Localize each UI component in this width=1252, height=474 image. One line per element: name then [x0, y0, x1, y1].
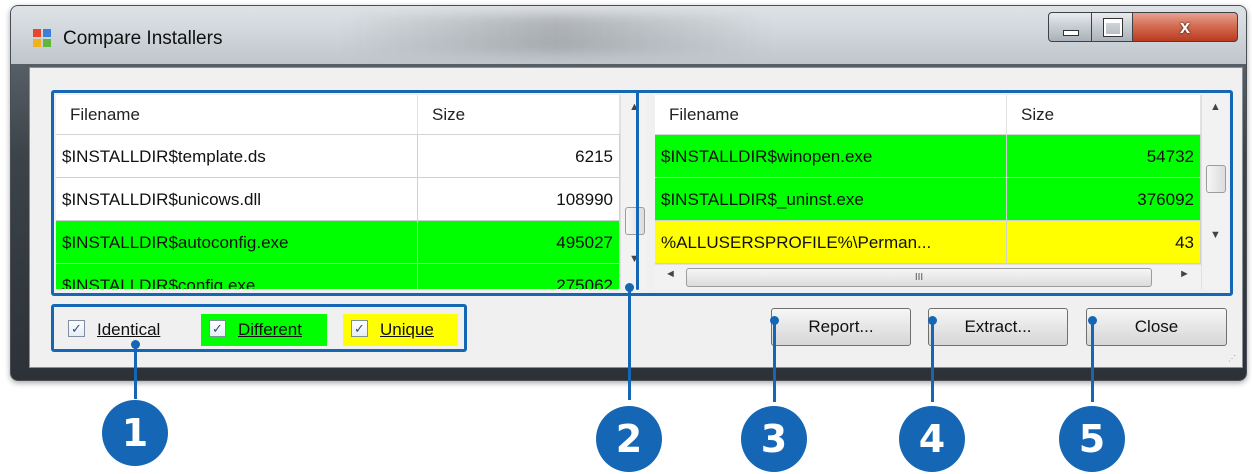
title-bar-blur — [341, 14, 771, 54]
callout-badge-1: 1 — [102, 400, 168, 466]
client-area: Filename Size $INSTALLDIR$template.ds 62… — [29, 67, 1243, 368]
callout-leader-5 — [1091, 320, 1094, 402]
unique-checkbox[interactable]: ✓ Unique — [343, 314, 458, 346]
callout-leader-3 — [773, 320, 776, 402]
callout-badge-3: 3 — [741, 406, 807, 472]
close-icon: x — [1179, 17, 1190, 37]
minimize-icon — [1063, 30, 1079, 36]
grids-divider-highlight — [636, 90, 639, 290]
callout-badge-5: 5 — [1059, 406, 1125, 472]
resize-grip-icon[interactable]: ⋰ — [1228, 354, 1238, 364]
callout-leader-2 — [628, 287, 631, 400]
maximize-icon — [1103, 18, 1123, 37]
app-icon — [33, 29, 51, 47]
identical-checkbox[interactable]: ✓ Identical — [60, 314, 190, 346]
title-bar[interactable]: Compare Installers x — [11, 6, 1246, 64]
identical-label: Identical — [97, 320, 161, 339]
maximize-button[interactable] — [1091, 12, 1133, 42]
callout-badge-4: 4 — [899, 406, 965, 472]
minimize-button[interactable] — [1048, 12, 1092, 42]
different-checkbox[interactable]: ✓ Different — [201, 314, 327, 346]
callout-leader-4 — [931, 320, 934, 402]
callout-leader-1 — [134, 344, 137, 399]
report-button[interactable]: Report... — [771, 308, 911, 346]
window-title: Compare Installers — [63, 28, 223, 49]
close-window-button[interactable]: x — [1132, 12, 1238, 42]
different-label: Different — [238, 320, 302, 339]
grids-highlight-box — [51, 90, 1233, 296]
close-button[interactable]: Close — [1086, 308, 1227, 346]
checkmark-icon: ✓ — [209, 320, 226, 338]
unique-label: Unique — [380, 320, 434, 339]
extract-button[interactable]: Extract... — [928, 308, 1068, 346]
checkmark-icon: ✓ — [351, 320, 368, 338]
checkmark-icon: ✓ — [68, 320, 85, 338]
callout-badge-2: 2 — [596, 406, 662, 472]
